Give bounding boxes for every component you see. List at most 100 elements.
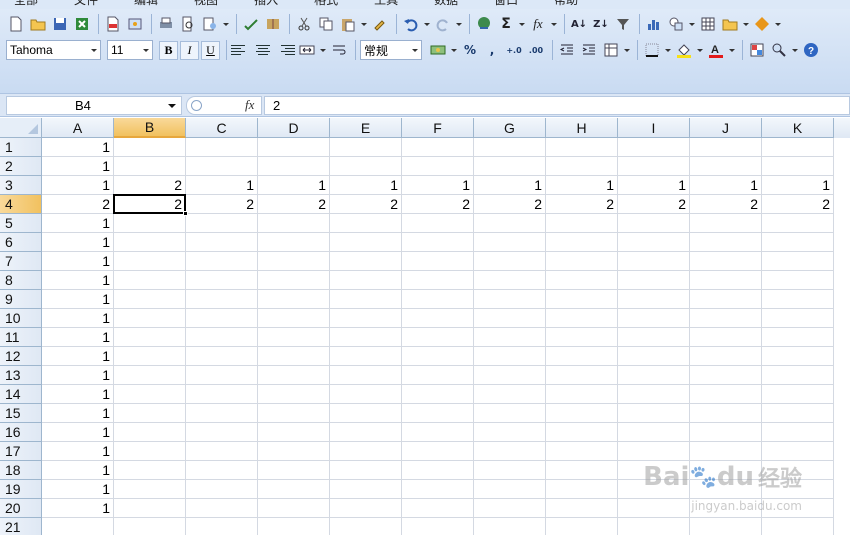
cell-d6[interactable]: [258, 233, 330, 252]
cell-i17[interactable]: [618, 442, 690, 461]
cell-f2[interactable]: [402, 157, 474, 176]
cell-j9[interactable]: [690, 290, 762, 309]
cell-h11[interactable]: [546, 328, 618, 347]
cell-j16[interactable]: [690, 423, 762, 442]
cell-k11[interactable]: [762, 328, 834, 347]
cell-g13[interactable]: [474, 366, 546, 385]
find-dropdown[interactable]: [791, 40, 798, 60]
cell-h18[interactable]: [546, 461, 618, 480]
number-format-select[interactable]: 常规: [360, 40, 422, 60]
row-header-7[interactable]: 7: [0, 252, 42, 271]
undo-icon[interactable]: [401, 14, 421, 34]
print-preview-icon[interactable]: [178, 14, 198, 34]
menu-item-file[interactable]: 文件: [74, 0, 98, 9]
cell-j12[interactable]: [690, 347, 762, 366]
sort-descending-icon[interactable]: Z↓: [591, 14, 611, 34]
italic-button[interactable]: I: [180, 40, 199, 60]
cell-h7[interactable]: [546, 252, 618, 271]
cell-i9[interactable]: [618, 290, 690, 309]
increase-decimal-button[interactable]: +.0: [504, 40, 524, 60]
cell-j8[interactable]: [690, 271, 762, 290]
cell-f21[interactable]: [402, 518, 474, 535]
cell-e8[interactable]: [330, 271, 402, 290]
cell-g11[interactable]: [474, 328, 546, 347]
function-icon[interactable]: fx: [528, 14, 548, 34]
cell-k12[interactable]: [762, 347, 834, 366]
folder-dropdown[interactable]: [742, 14, 749, 34]
cell-k15[interactable]: [762, 404, 834, 423]
autosum-dropdown[interactable]: [518, 14, 525, 34]
font-color-icon[interactable]: A: [706, 40, 726, 60]
borders-icon[interactable]: [642, 40, 662, 60]
column-header-b[interactable]: B: [114, 118, 186, 138]
cell-e2[interactable]: [330, 157, 402, 176]
cell-d10[interactable]: [258, 309, 330, 328]
cell-a3[interactable]: 1: [42, 176, 114, 195]
cell-f9[interactable]: [402, 290, 474, 309]
redo-icon[interactable]: [433, 14, 453, 34]
cell-b17[interactable]: [114, 442, 186, 461]
row-header-11[interactable]: 11: [0, 328, 42, 347]
cell-i10[interactable]: [618, 309, 690, 328]
cell-e13[interactable]: [330, 366, 402, 385]
cell-h20[interactable]: [546, 499, 618, 518]
cell-e12[interactable]: [330, 347, 402, 366]
cell-d1[interactable]: [258, 138, 330, 157]
cell-e14[interactable]: [330, 385, 402, 404]
row-header-1[interactable]: 1: [0, 138, 42, 157]
fill-color-dropdown[interactable]: [696, 40, 703, 60]
cell-i15[interactable]: [618, 404, 690, 423]
cell-h4[interactable]: 2: [546, 195, 618, 214]
align-center-icon[interactable]: [253, 40, 273, 60]
format-painter-icon[interactable]: [370, 14, 390, 34]
cell-f19[interactable]: [402, 480, 474, 499]
cell-e5[interactable]: [330, 214, 402, 233]
cell-f4[interactable]: 2: [402, 195, 474, 214]
column-header-i[interactable]: I: [618, 118, 690, 138]
bold-button[interactable]: B: [159, 40, 178, 60]
cell-a4[interactable]: 2: [42, 195, 114, 214]
cell-e6[interactable]: [330, 233, 402, 252]
cell-h15[interactable]: [546, 404, 618, 423]
cell-h10[interactable]: [546, 309, 618, 328]
cell-c13[interactable]: [186, 366, 258, 385]
cell-h16[interactable]: [546, 423, 618, 442]
cell-k9[interactable]: [762, 290, 834, 309]
cell-b21[interactable]: [114, 518, 186, 535]
comma-button[interactable]: ,: [482, 40, 502, 60]
cell-e4[interactable]: 2: [330, 195, 402, 214]
cell-c4[interactable]: 2: [186, 195, 258, 214]
cell-j21[interactable]: [690, 518, 762, 535]
cell-j13[interactable]: [690, 366, 762, 385]
cell-a6[interactable]: 1: [42, 233, 114, 252]
row-header-4[interactable]: 4: [0, 195, 42, 214]
cell-c8[interactable]: [186, 271, 258, 290]
font-size-select[interactable]: 11: [107, 40, 153, 60]
column-header-e[interactable]: E: [330, 118, 402, 138]
row-header-14[interactable]: 14: [0, 385, 42, 404]
row-header-12[interactable]: 12: [0, 347, 42, 366]
cell-i8[interactable]: [618, 271, 690, 290]
font-color-dropdown[interactable]: [728, 40, 735, 60]
cell-c12[interactable]: [186, 347, 258, 366]
cell-b1[interactable]: [114, 138, 186, 157]
cell-format-icon[interactable]: [601, 40, 621, 60]
cell-d9[interactable]: [258, 290, 330, 309]
cell-j7[interactable]: [690, 252, 762, 271]
cell-j2[interactable]: [690, 157, 762, 176]
cell-d21[interactable]: [258, 518, 330, 535]
decrease-indent-icon[interactable]: [557, 40, 577, 60]
cell-e21[interactable]: [330, 518, 402, 535]
cell-f14[interactable]: [402, 385, 474, 404]
cell-b18[interactable]: [114, 461, 186, 480]
cell-a11[interactable]: 1: [42, 328, 114, 347]
cell-k21[interactable]: [762, 518, 834, 535]
excel-icon[interactable]: [72, 14, 92, 34]
cell-d11[interactable]: [258, 328, 330, 347]
cell-d15[interactable]: [258, 404, 330, 423]
cell-f15[interactable]: [402, 404, 474, 423]
cell-c7[interactable]: [186, 252, 258, 271]
cell-a15[interactable]: 1: [42, 404, 114, 423]
chart-wizard-icon[interactable]: [644, 14, 664, 34]
menu-item-data[interactable]: 数据: [434, 0, 458, 9]
